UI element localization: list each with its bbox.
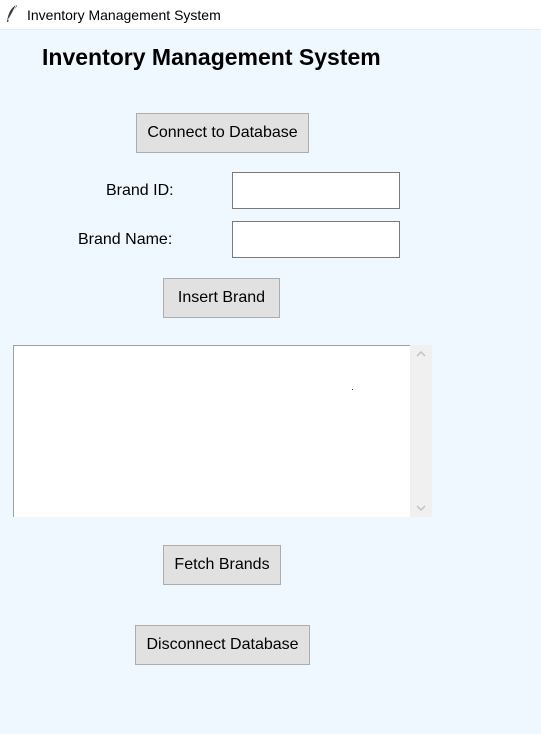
brand-name-label: Brand Name: [78,231,173,248]
chevron-down-icon[interactable] [410,499,432,517]
feather-icon [5,4,19,24]
window-title: Inventory Management System [27,7,221,23]
listbox-scrollbar[interactable] [410,345,432,517]
brand-id-label: Brand ID: [106,182,174,199]
disconnect-database-button[interactable]: Disconnect Database [135,625,310,665]
fetch-brands-button[interactable]: Fetch Brands [163,545,281,585]
chevron-up-icon[interactable] [410,345,432,363]
insert-brand-button[interactable]: Insert Brand [163,278,280,318]
listbox-cursor-mark [352,389,353,390]
brand-id-field[interactable] [232,172,400,209]
page-title: Inventory Management System [42,44,381,70]
brand-name-field[interactable] [232,221,400,258]
brands-listbox[interactable] [13,345,410,517]
connect-database-button[interactable]: Connect to Database [136,113,309,153]
window-titlebar[interactable]: Inventory Management System [0,0,541,30]
